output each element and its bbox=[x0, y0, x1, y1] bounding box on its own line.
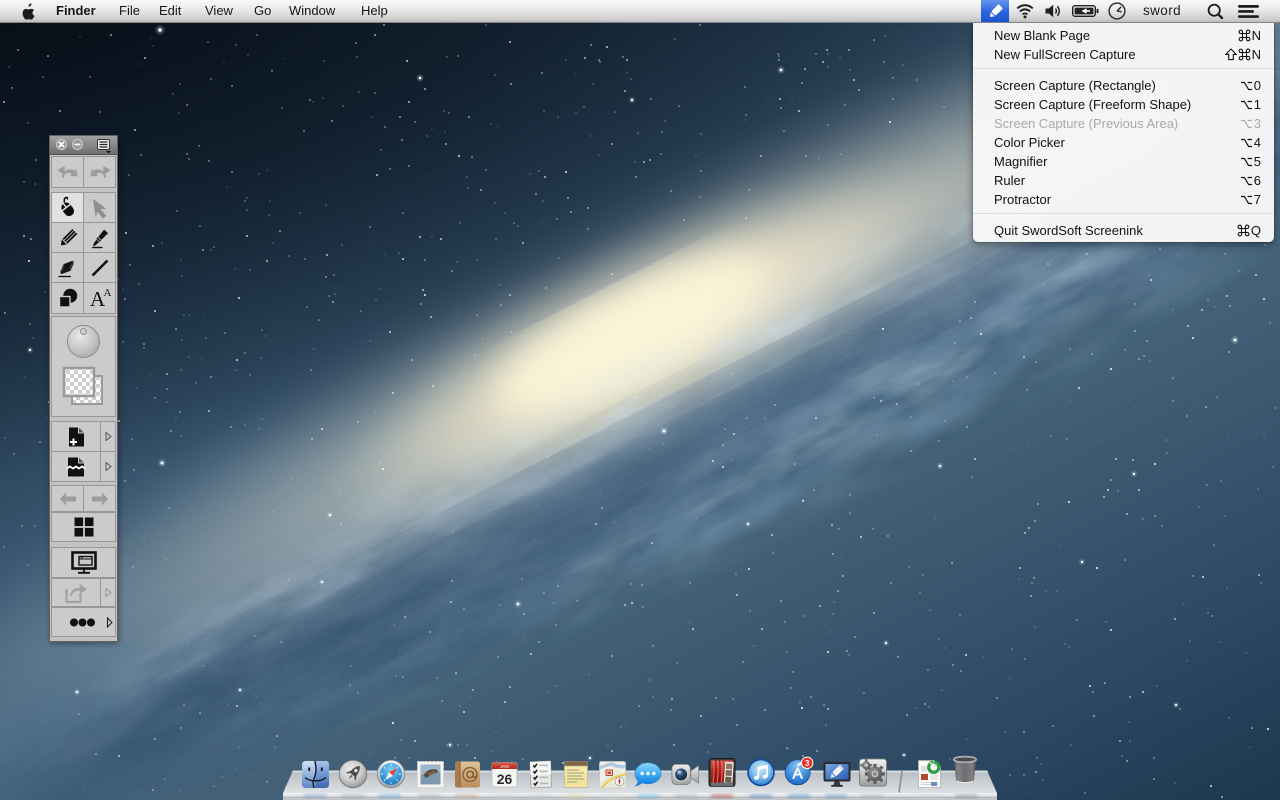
svg-text:3: 3 bbox=[805, 759, 810, 768]
svg-text:A: A bbox=[103, 287, 111, 299]
svg-text:26: 26 bbox=[496, 771, 512, 787]
svg-text:JAN: JAN bbox=[500, 764, 509, 769]
